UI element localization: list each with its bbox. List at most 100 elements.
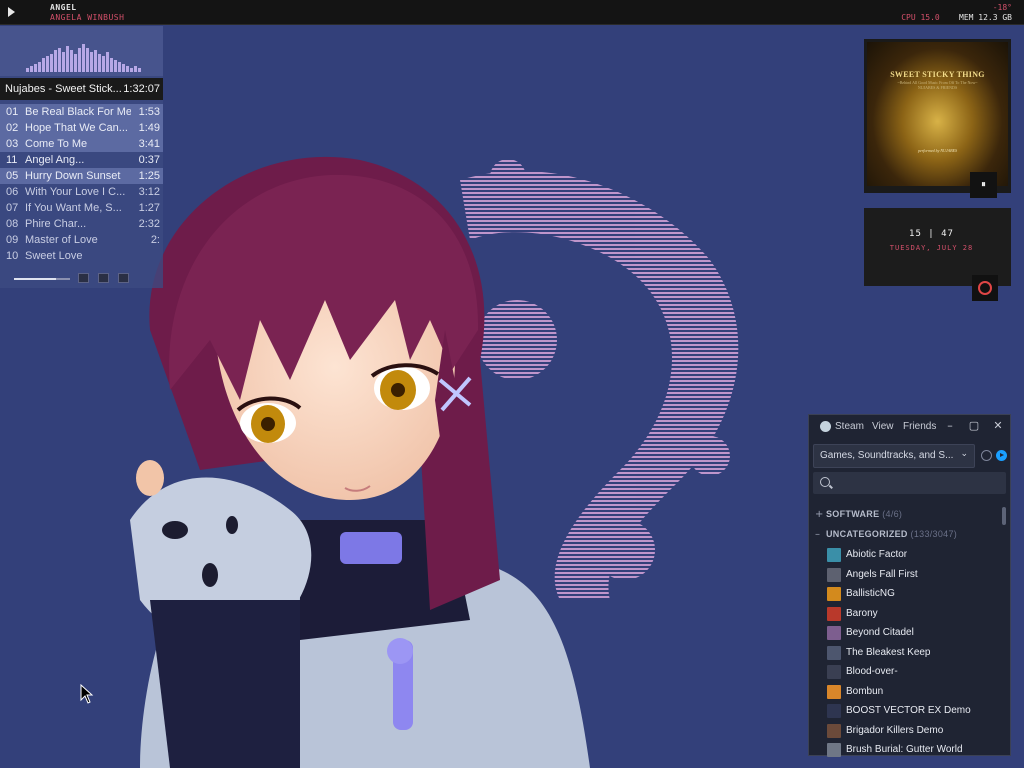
track-duration: 1:25 [138,170,160,182]
visualizer-bar [70,50,73,72]
playlist-item[interactable]: 11 Angel Ang... 0:37 [0,152,163,168]
playlist-item[interactable]: 06 With Your Love I C... 3:12 [0,184,163,200]
repeat-icon[interactable] [98,273,109,283]
temperature-readout: -18° [992,3,1012,12]
category-name: UNCATEGORIZED [826,529,908,539]
library-scrollbar[interactable] [1002,507,1006,525]
album-cover-title: SWEET STICKY THING [890,70,985,79]
track-duration: 1:27 [138,202,160,214]
clock-widget: 15 | 47 TUESDAY, JULY 28 [864,208,1011,301]
game-name: Abiotic Factor [846,549,908,560]
game-icon [827,743,841,757]
playlist-total-time: 1:32:07 [123,83,160,95]
track-number: 02 [6,122,19,134]
visualizer-bar [42,58,45,72]
visualizer-bar [30,66,33,72]
now-playing-bar: Nujabes - Sweet Stick... 1:32:07 [0,78,163,100]
game-list-item[interactable]: Barony [809,604,1010,624]
visualizer-bar [98,54,101,72]
track-title: Hope That We Can... [25,122,128,134]
track-duration: 3:41 [138,138,160,150]
game-name: The Bleakest Keep [846,646,931,658]
album-cover: SWEET STICKY THING ~Behind All Good Musi… [867,42,1008,186]
visualizer-bar [78,48,81,72]
cpu-value: 15.0 [920,13,940,22]
track-duration: 2: [150,234,160,246]
game-list-item[interactable]: Bombun [809,682,1010,702]
visualizer-bar [138,68,141,72]
playlist-item[interactable]: 05 Hurry Down Sunset 1:25 [0,168,163,184]
visualizer-bar [130,68,133,72]
play-icon[interactable] [8,7,15,17]
game-list-item[interactable]: Brush Burial: Gutter World [809,740,1010,760]
playlist-item[interactable]: 03 Come To Me 3:41 [0,136,163,152]
mem-value: 12.3 GB [978,13,1012,22]
visualizer-bar [50,54,53,72]
library-filter-value: Games, Soundtracks, and S... [820,450,954,461]
album-cover-performer: performed by NUJABES [917,148,958,153]
playlist-item[interactable]: 07 If You Want Me, S... 1:27 [0,200,163,216]
visualizer-bar [66,46,69,72]
playlist-item[interactable]: 09 Master of Love 2: [0,232,163,248]
library-search-input[interactable] [813,472,1006,494]
shuffle-icon[interactable] [78,273,89,283]
collapse-icon: – [815,529,820,540]
visualizer-bar [90,52,93,72]
now-playing-artist: ANGELA WINBUSH [50,13,125,22]
playlist-item[interactable]: 02 Hope That We Can... 1:49 [0,120,163,136]
game-name: Angels Fall First [846,568,918,580]
category-software[interactable]: + SOFTWARE (4/6) [809,505,1010,525]
game-icon [827,704,841,718]
maximize-icon[interactable]: ▢ [966,418,982,434]
track-number: 10 [6,250,19,262]
playlist-icon[interactable] [118,273,129,283]
playlist-item[interactable]: 08 Phire Char... 2:32 [0,216,163,232]
steam-menubar: Steam View Friends – ▢ ✕ [809,415,1010,439]
visualizer-bar [114,60,117,72]
game-list-item[interactable]: Blood-over- [809,662,1010,682]
power-icon[interactable] [972,275,998,301]
visualizer-bar [126,66,129,72]
minimize-icon[interactable]: – [942,418,958,434]
menu-view[interactable]: View [872,421,894,432]
visualizer-bar [82,44,85,72]
visualizer-bar [74,54,77,72]
visualizer-bar [110,58,113,72]
game-list-item[interactable]: Brigador Killers Demo [809,721,1010,741]
track-number: 05 [6,170,19,182]
volume-slider[interactable] [14,278,70,280]
menu-friends[interactable]: Friends [903,421,936,432]
clock-date: TUESDAY, JULY 28 [889,244,974,252]
track-duration: 2:32 [138,218,160,230]
playlist-item[interactable]: 01 Be Real Black For Me 1:53 [0,104,163,120]
visualizer-bar [118,62,121,72]
track-number: 11 [6,154,18,166]
playlist-item[interactable]: 10 Sweet Love [0,248,163,264]
pause-button[interactable]: ⏸ [970,172,997,198]
library-list: + SOFTWARE (4/6) – UNCATEGORIZED (133/30… [809,505,1010,760]
visualizer-bar [122,64,125,72]
recent-clock-icon[interactable] [981,450,992,461]
game-list-item[interactable]: BallisticNG [809,584,1010,604]
track-number: 09 [6,234,19,246]
category-uncategorized[interactable]: – UNCATEGORIZED (133/3047) [809,525,1010,545]
game-list-item[interactable]: The Bleakest Keep [809,643,1010,663]
game-list-item[interactable]: BOOST VECTOR EX Demo [809,701,1010,721]
game-icon [827,665,841,679]
clock-time: 15 | 47 [909,229,954,239]
game-list-item[interactable]: Abiotic Factor [809,545,1010,565]
game-list-item[interactable]: Beyond Citadel [809,623,1010,643]
library-filter-dropdown[interactable]: Games, Soundtracks, and S... ⌄ [813,444,975,468]
game-list-item[interactable]: Angels Fall First [809,565,1010,585]
track-title: Phire Char... [25,218,87,230]
category-count: (133/3047) [910,529,958,539]
track-title: Be Real Black For Me [25,106,131,118]
track-title: Master of Love [25,234,98,246]
game-icon [827,684,841,699]
album-cover-subtitle-2: NUJABES & FRIENDS [917,85,958,90]
menu-steam[interactable]: Steam [835,421,864,432]
play-circle-icon[interactable] [996,450,1007,461]
track-duration: 0:37 [138,154,160,166]
close-icon[interactable]: ✕ [990,418,1006,434]
visualizer-bar [94,50,97,72]
